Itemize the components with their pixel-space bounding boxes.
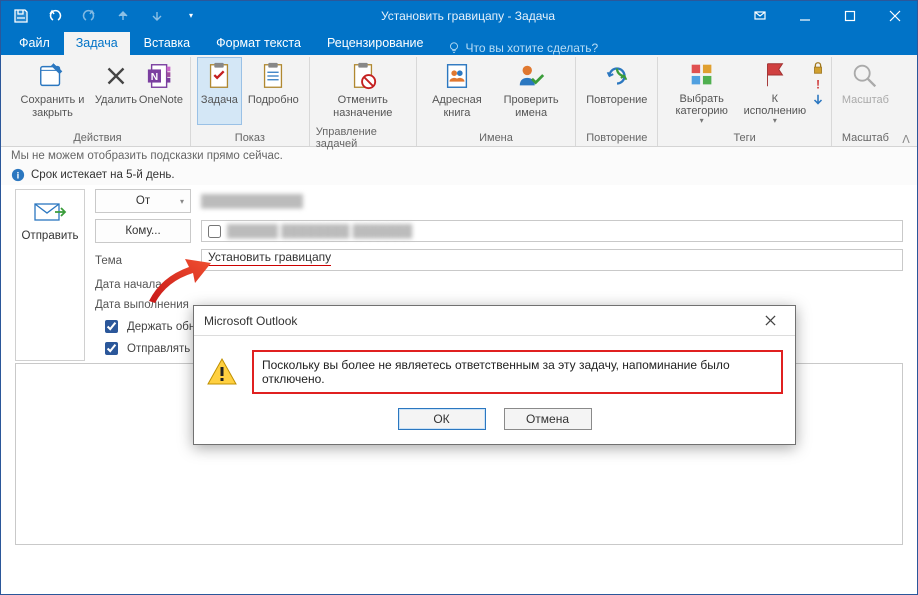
address-book-icon [441,60,473,92]
dialog-cancel-button[interactable]: Отмена [504,408,592,430]
tab-review[interactable]: Рецензирование [315,32,436,55]
maximize-button[interactable] [827,1,872,30]
cancel-assign-button[interactable]: Отменить назначение [316,57,410,125]
tips-infobar: Мы не можем отобразить подсказки прямо с… [1,147,917,165]
task-view-button[interactable]: Задача [197,57,242,125]
details-icon [257,60,289,92]
tab-insert[interactable]: Вставка [132,32,202,55]
previous-icon[interactable] [115,8,131,24]
start-date-label: Дата начала [95,279,162,291]
check-names-icon [515,60,547,92]
group-label-actions: Действия [73,131,121,146]
lightbulb-icon [447,41,461,55]
low-importance-icon[interactable] [811,93,825,107]
tab-file[interactable]: Файл [7,32,62,55]
title-bar: ▾ Установить гравицапу - Задача [1,1,917,30]
category-icon [686,60,718,91]
ribbon-group-zoom: Масштаб Масштаб [832,57,899,146]
ribbon-group-recurrence: Повторение Повторение [576,57,658,146]
category-button[interactable]: Выбрать категорию [664,57,738,125]
subject-label: Тема [95,255,122,267]
zoom-icon [849,60,881,92]
redo-icon[interactable] [81,8,97,24]
recipient-checkbox[interactable] [208,225,221,238]
delete-button[interactable]: Удалить [96,57,136,125]
dialog-titlebar: Microsoft Outlook [194,306,795,336]
recurrence-icon [601,60,633,92]
tab-task[interactable]: Задача [64,32,130,55]
dialog-close-button[interactable] [753,308,787,334]
ribbon-options-button[interactable] [737,1,782,30]
minimize-button[interactable] [782,1,827,30]
group-label-show: Показ [235,131,265,146]
flag-icon [759,60,791,91]
recurrence-button[interactable]: Повторение [582,57,651,125]
delete-icon [100,60,132,92]
onenote-button[interactable]: N OneNote [138,57,184,125]
svg-text:i: i [17,171,20,182]
info-icon: i [11,168,25,182]
high-importance-icon[interactable]: ! [811,77,825,91]
tell-me-label: Что вы хотите сделать? [465,41,598,55]
ribbon-group-manage: Отменить назначение Управление задачей [310,57,417,146]
collapse-ribbon-icon[interactable]: ᐱ [899,57,913,146]
group-label-names: Имена [479,131,513,146]
due-date-label: Дата выполнения [95,299,189,311]
dialog-message: Поскольку вы более не являетесь ответств… [252,350,783,394]
from-button[interactable]: От▾ [95,189,191,213]
to-input[interactable]: ██████ ████████ ███████ [201,220,903,242]
dialog-ok-button[interactable]: ОК [398,408,486,430]
warning-icon [206,356,238,388]
group-label-manage: Управление задачей [316,125,410,152]
svg-text:N: N [151,72,158,83]
from-value: ████████████ [201,194,303,208]
to-button[interactable]: Кому... [95,219,191,243]
ribbon-group-names: Адресная книга Проверить имена Имена [417,57,576,146]
next-icon[interactable] [149,8,165,24]
save-icon[interactable] [13,8,29,24]
private-icon[interactable] [811,61,825,75]
details-button[interactable]: Подробно [244,57,303,125]
deadline-infobar: i Срок истекает на 5-й день. [1,165,917,185]
window-title: Установить гравицапу - Задача [199,9,737,23]
zoom-button[interactable]: Масштаб [838,57,893,125]
address-book-button[interactable]: Адресная книга [423,57,491,125]
send-button[interactable]: Отправить [15,189,85,361]
save-close-button[interactable]: Сохранить и закрыть [11,57,94,125]
ribbon-group-actions: Сохранить и закрыть Удалить N OneNote Де… [5,57,191,146]
group-label-tags: Теги [733,131,755,146]
check-names-button[interactable]: Проверить имена [493,57,569,125]
tab-format[interactable]: Формат текста [204,32,313,55]
window-controls [737,1,917,30]
subject-value: Установить гравицапу [208,250,331,266]
close-button[interactable] [872,1,917,30]
send-icon [33,200,67,224]
undo-icon[interactable] [47,8,63,24]
onenote-icon: N [145,60,177,92]
subject-input[interactable]: Установить гравицапу [201,249,903,271]
dialog-title: Microsoft Outlook [204,314,753,328]
ribbon-tabs: Файл Задача Вставка Формат текста Реценз… [1,30,917,55]
quick-access-toolbar: ▾ [1,8,199,24]
svg-text:!: ! [816,77,820,91]
ribbon-group-show: Задача Подробно Показ [191,57,310,146]
ribbon: Сохранить и закрыть Удалить N OneNote Де… [1,55,917,147]
tips-text: Мы не можем отобразить подсказки прямо с… [11,150,283,162]
group-label-recurrence: Повторение [586,131,647,146]
save-close-icon [36,60,68,92]
followup-button[interactable]: К исполнению [741,57,809,125]
group-label-zoom: Масштаб [842,131,889,146]
send-label: Отправить [21,230,78,242]
message-dialog: Microsoft Outlook Поскольку вы более не … [193,305,796,445]
qat-dropdown-icon[interactable]: ▾ [183,8,199,24]
cancel-assign-icon [347,60,379,92]
ribbon-group-tags: Выбрать категорию К исполнению ! Теги [658,57,831,146]
task-icon [203,60,235,92]
tell-me-search[interactable]: Что вы хотите сделать? [447,41,598,55]
recipient-name: ██████ ████████ ███████ [227,224,412,238]
deadline-text: Срок истекает на 5-й день. [31,169,175,181]
